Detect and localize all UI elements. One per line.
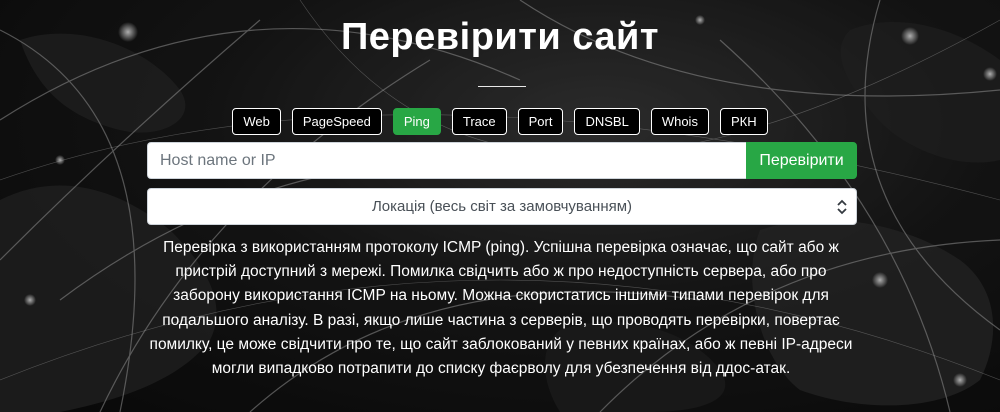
check-button[interactable]: Перевірити [746,142,857,179]
tab-port[interactable]: Port [517,108,564,135]
content-wrapper: Перевірити сайт Web PageSpeed Ping Trace… [0,0,1000,412]
hero-section: Перевірити сайт Web PageSpeed Ping Trace… [0,0,1000,412]
location-select[interactable]: Локація (весь світ за замовчуванням) [147,188,857,225]
chevron-updown-icon [837,199,847,215]
tab-pagespeed[interactable]: PageSpeed [291,108,382,135]
tab-whois[interactable]: Whois [650,108,709,135]
check-type-tabs: Web PageSpeed Ping Trace Port DNSBL Whoi… [0,108,1000,135]
tab-rkn[interactable]: РКН [719,108,768,135]
host-input[interactable] [147,142,746,179]
location-select-value: Локація (весь світ за замовчуванням) [371,198,633,215]
ping-description: Перевірка з використанням протоколу ICMP… [149,239,853,378]
tab-web[interactable]: Web [232,108,281,135]
tab-ping[interactable]: Ping [392,108,441,135]
tab-dnsbl[interactable]: DNSBL [574,108,640,135]
title-divider [478,86,526,87]
search-form: Перевірити [147,142,857,179]
tab-trace[interactable]: Trace [451,108,507,135]
page-title: Перевірити сайт [340,16,659,58]
